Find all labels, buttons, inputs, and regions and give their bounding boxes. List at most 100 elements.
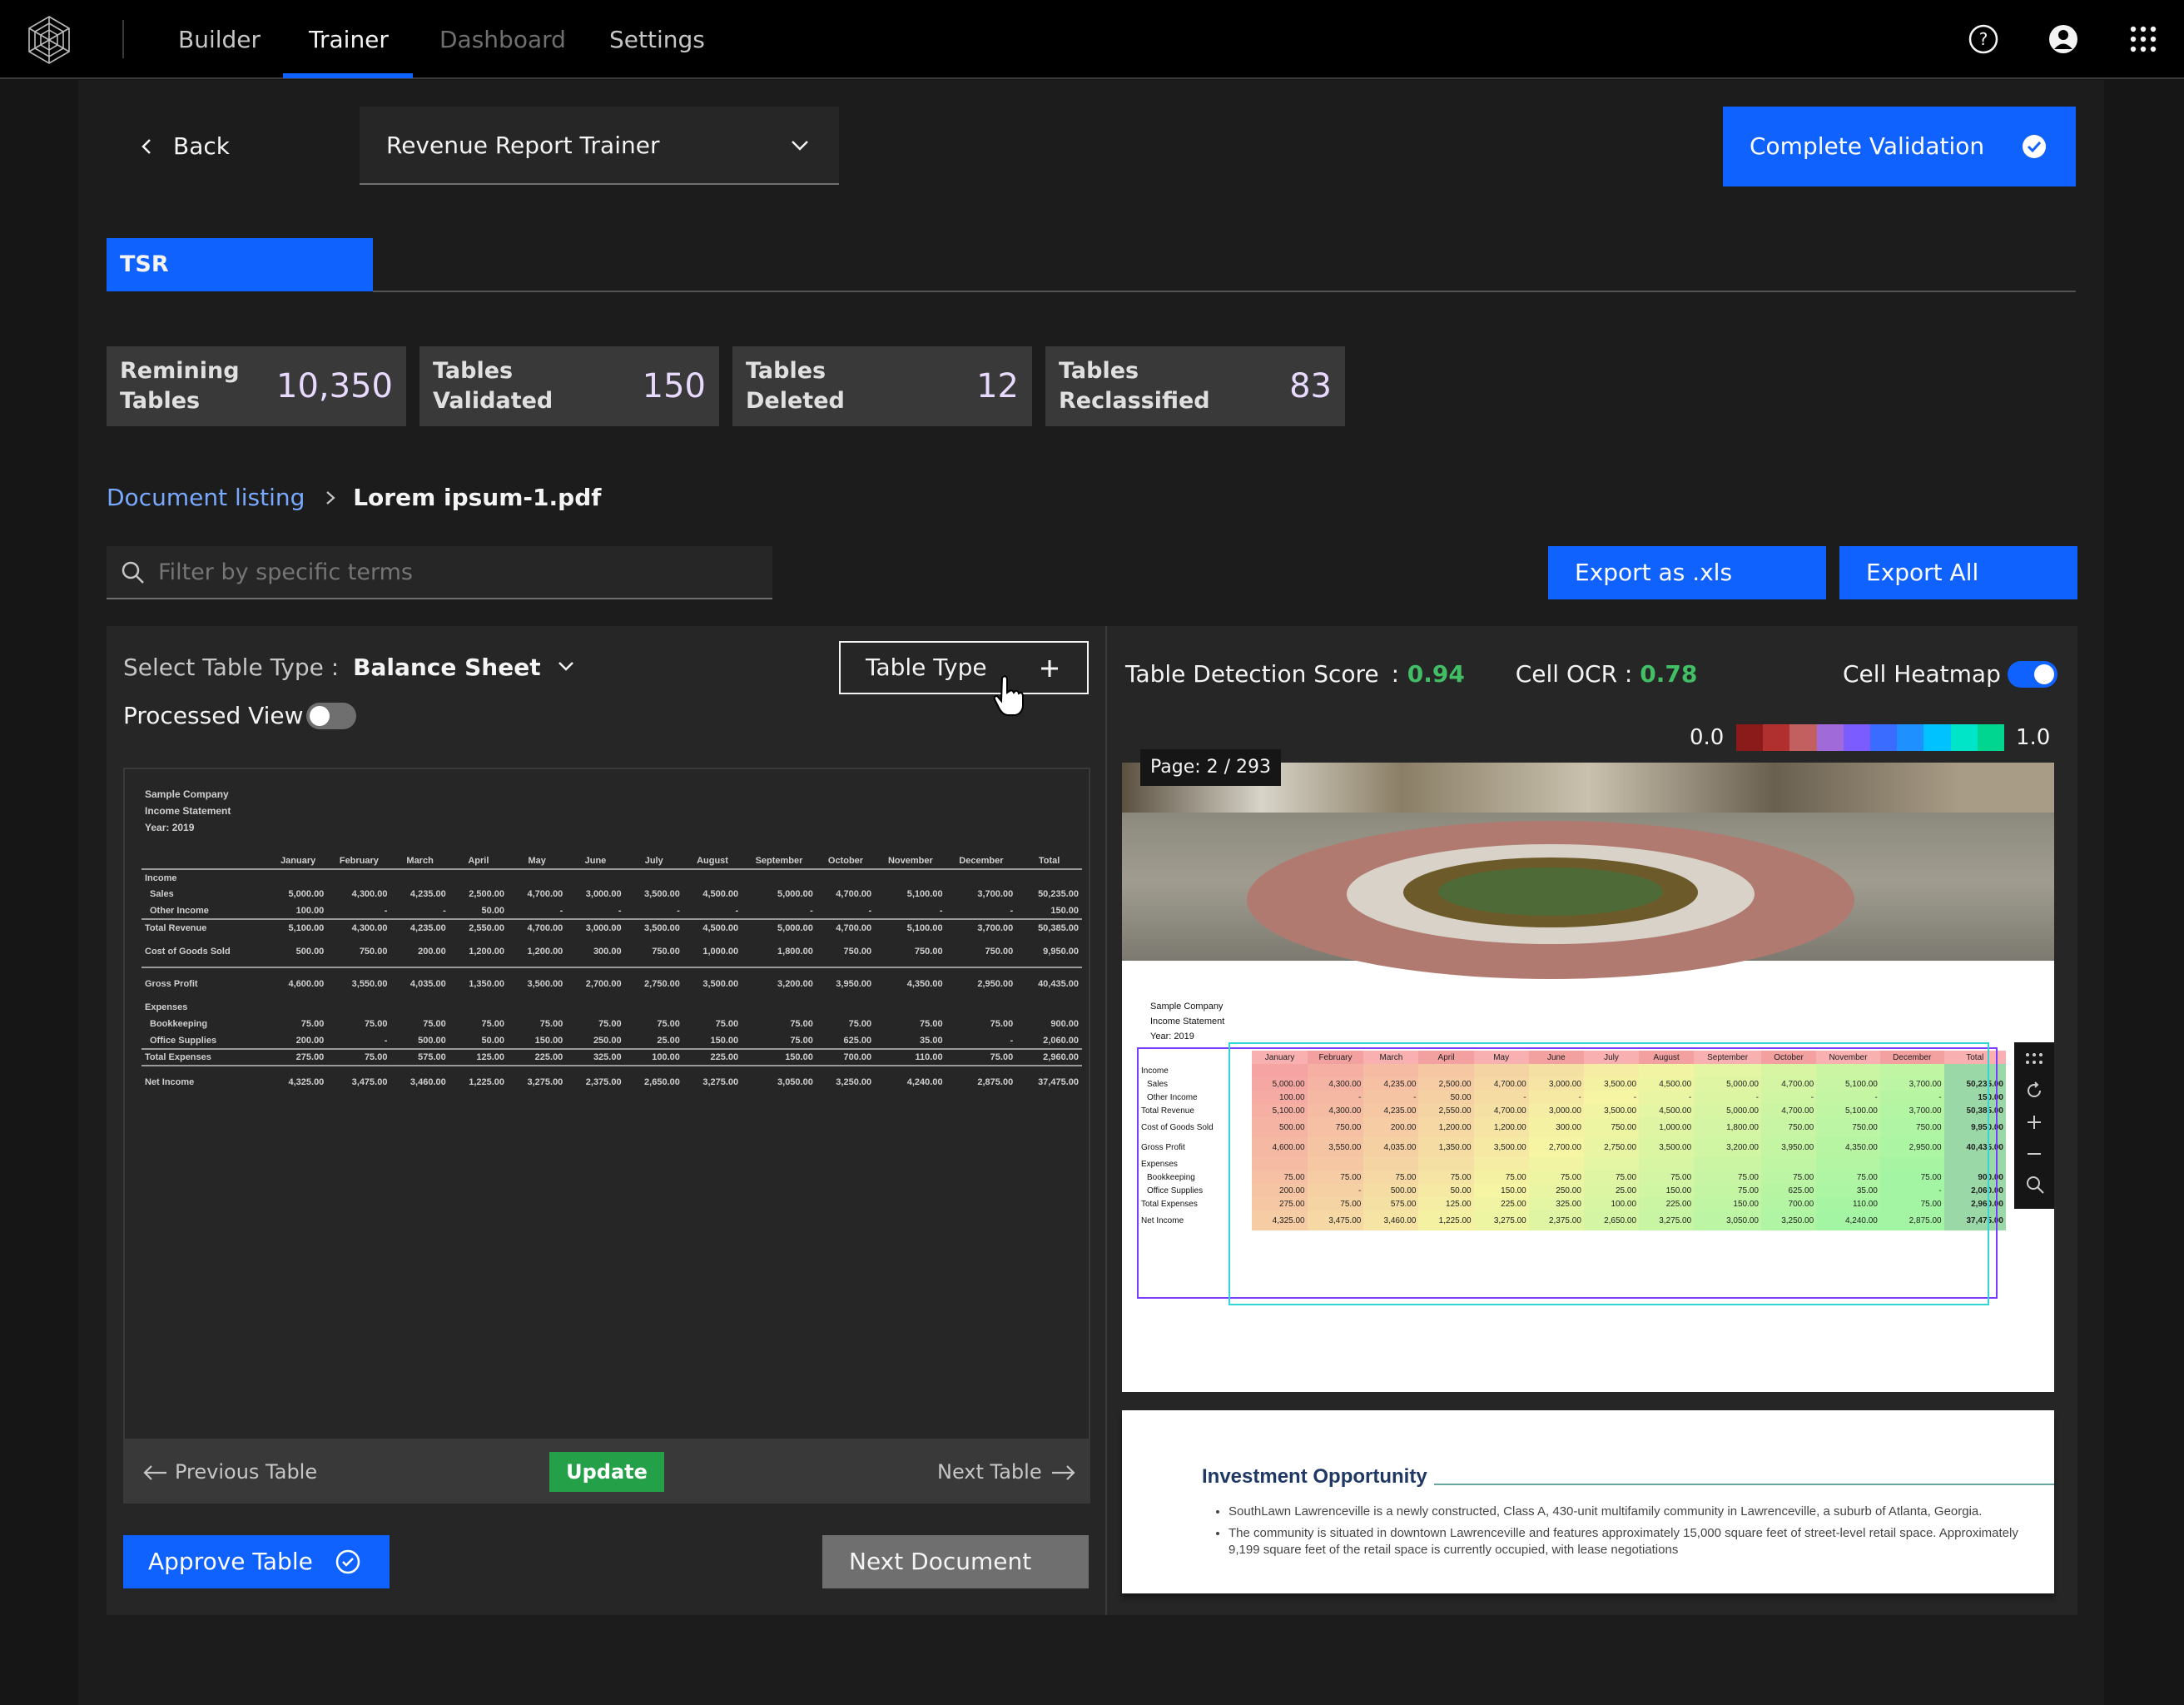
table-header-row: January February March April May June July Augu… bbox=[141, 852, 1082, 869]
stat-value: 150 bbox=[642, 367, 706, 405]
table-cell: 75.00 bbox=[790, 1019, 813, 1029]
table-cell: 37,475.00 bbox=[1038, 1076, 1079, 1087]
table-cell: 4,600.00 bbox=[288, 978, 325, 989]
table-cell: 25.00 bbox=[657, 1035, 680, 1046]
table-cell: 50.00 bbox=[481, 905, 505, 916]
table-cell: 225.00 bbox=[710, 1052, 739, 1062]
search-input[interactable] bbox=[158, 546, 757, 598]
table-cell: 75.00 bbox=[715, 1019, 739, 1029]
chevron-down-icon bbox=[792, 141, 808, 151]
next-table-button[interactable]: Next Table bbox=[937, 1440, 1077, 1504]
table-cell: 750.00 bbox=[843, 946, 872, 957]
table-type-select[interactable]: Select Table Type : Balance Sheet bbox=[123, 651, 575, 684]
drag-handle-icon[interactable] bbox=[2024, 1051, 2044, 1067]
cell-heatmap-toggle[interactable] bbox=[2008, 661, 2057, 688]
table-cell: - bbox=[618, 905, 622, 916]
stat-value: 83 bbox=[1289, 367, 1332, 405]
checkmark-outline-icon bbox=[335, 1549, 360, 1574]
table-cell: 75.00 bbox=[990, 1019, 1014, 1029]
document-header: Sample Company Income Statement Year: 20… bbox=[145, 786, 231, 836]
next-document-button[interactable]: Next Document bbox=[822, 1535, 1089, 1588]
table-preview: Sample Company Income Statement Year: 20… bbox=[123, 768, 1090, 1440]
table-cell: - bbox=[384, 1035, 388, 1046]
statement-name: Income Statement bbox=[145, 805, 231, 817]
table-cell: 2,960.00 bbox=[1043, 1052, 1079, 1062]
back-button[interactable]: Back bbox=[135, 132, 276, 162]
table-cell: 3,475.00 bbox=[351, 1076, 388, 1087]
arrow-right-icon bbox=[1051, 1465, 1075, 1480]
title-rule bbox=[1434, 1484, 2054, 1485]
detection-score-value: : 0.94 bbox=[1392, 660, 1465, 688]
table-cell: 2,060.00 bbox=[1043, 1035, 1079, 1046]
chevron-down-icon bbox=[558, 662, 573, 671]
nav-trainer[interactable]: Trainer bbox=[309, 0, 389, 79]
table-cell: 4,500.00 bbox=[702, 889, 739, 899]
table-cell: 150.00 bbox=[534, 1035, 563, 1046]
magnifier-icon[interactable] bbox=[2024, 1174, 2046, 1195]
photo-greenery bbox=[1438, 867, 1663, 916]
table-cell bbox=[875, 869, 946, 886]
app-switcher-icon[interactable] bbox=[2129, 25, 2157, 53]
scale-swatch bbox=[1923, 724, 1951, 751]
table-cell: - bbox=[677, 905, 680, 916]
table-cell bbox=[449, 869, 508, 886]
table-cell: 275.00 bbox=[295, 1052, 325, 1062]
table-header-cell: October bbox=[827, 855, 864, 866]
scale-swatch bbox=[1950, 724, 1978, 751]
table-cell: 150.00 bbox=[785, 1052, 813, 1062]
user-avatar-icon[interactable] bbox=[2048, 23, 2079, 55]
table-type-add-button[interactable]: Table Type bbox=[839, 641, 1089, 694]
nav-dashboard[interactable]: Dashboard bbox=[439, 0, 566, 79]
cell-detection-box[interactable] bbox=[1228, 1042, 1989, 1305]
approve-table-button[interactable]: Approve Table bbox=[123, 1535, 390, 1588]
table-cell bbox=[946, 999, 1017, 1016]
previous-table-button[interactable]: Previous Table bbox=[141, 1440, 317, 1504]
table-header-cell: February bbox=[339, 855, 379, 866]
row-label: Other Income bbox=[150, 905, 209, 916]
tab-tsr[interactable]: TSR bbox=[107, 238, 373, 291]
detection-score-label: Table Detection Score bbox=[1125, 660, 1379, 688]
heatmap-color-scale bbox=[1736, 724, 2005, 751]
breadcrumb-document-listing[interactable]: Document listing bbox=[107, 484, 305, 511]
help-icon[interactable]: ? bbox=[1968, 23, 1999, 55]
export-xls-button[interactable]: Export as .xls bbox=[1548, 546, 1826, 599]
export-all-button[interactable]: Export All bbox=[1839, 546, 2077, 599]
approve-table-label: Approve Table bbox=[148, 1548, 313, 1575]
table-cell: 3,000.00 bbox=[585, 889, 622, 899]
investment-title: Investment Opportunity bbox=[1202, 1465, 1427, 1488]
table-cell: 200.00 bbox=[418, 946, 446, 957]
search-field[interactable] bbox=[107, 546, 772, 599]
table-cell: 750.00 bbox=[359, 946, 388, 957]
table-cell bbox=[1016, 999, 1082, 1016]
trainer-select-value: Revenue Report Trainer bbox=[386, 132, 660, 159]
nav-builder[interactable]: Builder bbox=[178, 0, 261, 79]
cell-ocr-label: Cell OCR : bbox=[1515, 660, 1633, 688]
page-company: Sample Company bbox=[1150, 1002, 1224, 1012]
table-cell: 4,240.00 bbox=[906, 1076, 943, 1087]
trainer-select[interactable]: Revenue Report Trainer bbox=[360, 107, 839, 185]
zoom-out-icon[interactable] bbox=[2024, 1144, 2044, 1164]
complete-validation-button[interactable]: Complete Validation bbox=[1723, 107, 2076, 186]
update-button[interactable]: Update bbox=[549, 1452, 664, 1492]
table-cell: 3,050.00 bbox=[777, 1076, 813, 1087]
stat-label: Tables Reclassified bbox=[1059, 358, 1210, 414]
table-cell bbox=[742, 999, 817, 1016]
table-cell: 75.00 bbox=[598, 1019, 622, 1029]
processed-view-toggle[interactable] bbox=[306, 703, 356, 729]
score-separator: : bbox=[1391, 660, 1399, 688]
table-cell bbox=[946, 869, 1017, 886]
app-logo-icon[interactable] bbox=[27, 15, 72, 65]
zoom-in-icon[interactable] bbox=[2024, 1112, 2044, 1132]
stat-remaining-tables: Remining Tables 10,350 bbox=[107, 346, 406, 426]
table-cell: 3,700.00 bbox=[977, 889, 1014, 899]
page-year: Year: 2019 bbox=[1150, 1031, 1194, 1041]
table-cell: 4,235.00 bbox=[410, 889, 446, 899]
row-label: Sales bbox=[150, 889, 174, 899]
nav-settings[interactable]: Settings bbox=[609, 0, 705, 79]
table-row: Total Revenue 5,100.00 4,300.00 4,235.00 2,5… bbox=[141, 919, 1082, 936]
table-cell: 4,700.00 bbox=[527, 889, 563, 899]
next-page-preview: Investment Opportunity SouthLawn Lawrenc… bbox=[1122, 1410, 2054, 1593]
table-header-cell: Total bbox=[1038, 855, 1060, 866]
arrow-left-icon bbox=[143, 1465, 166, 1480]
rotate-icon[interactable] bbox=[2024, 1081, 2044, 1101]
